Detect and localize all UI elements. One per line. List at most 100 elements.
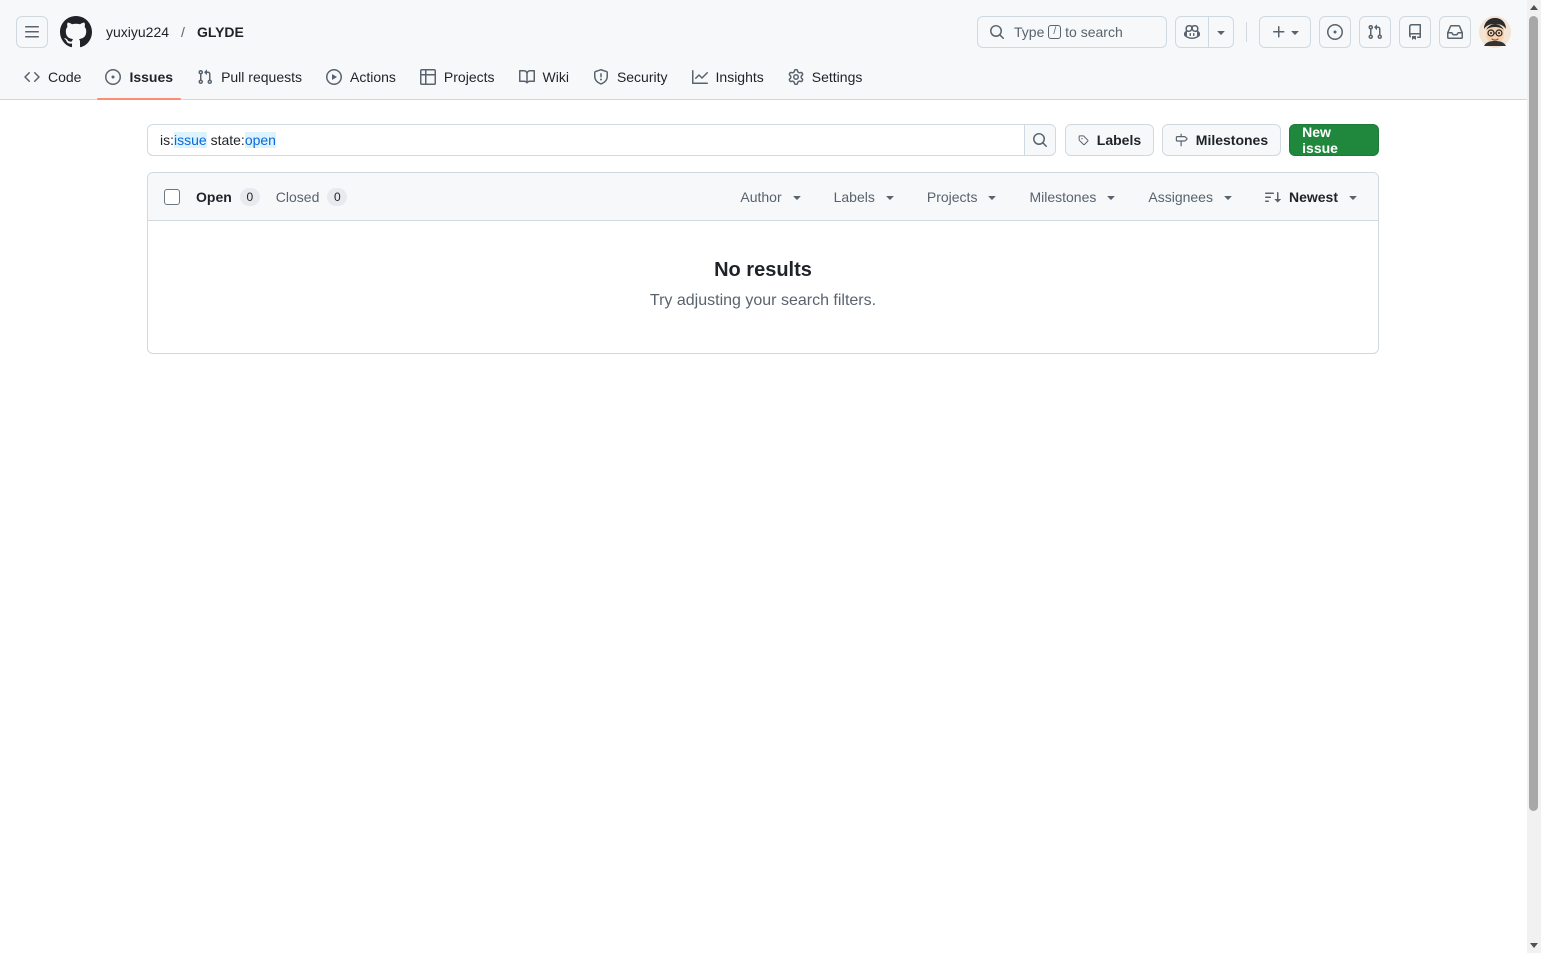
copilot-button[interactable]: [1176, 17, 1208, 47]
breadcrumb: yuxiyu224 / GLYDE: [106, 24, 244, 40]
filter-token-value: issue: [174, 132, 207, 148]
triangle-down-icon: [1224, 195, 1232, 200]
search-placeholder-suffix: to search: [1065, 24, 1123, 40]
book-icon: [518, 69, 535, 84]
scroll-up-arrow-icon[interactable]: [1530, 5, 1538, 10]
plus-icon: [1273, 26, 1285, 38]
global-search-input[interactable]: Type / to search: [977, 16, 1167, 48]
new-issue-button-label: New issue: [1302, 124, 1338, 156]
projects-filter[interactable]: Projects: [927, 189, 998, 205]
assignees-filter[interactable]: Assignees: [1148, 189, 1233, 205]
empty-state-message: Try adjusting your search filters.: [649, 292, 877, 309]
sort-desc-icon: [1264, 191, 1281, 203]
sort-dropdown[interactable]: Newest: [1264, 188, 1358, 205]
closed-issues-tab[interactable]: Closed 0: [276, 187, 348, 206]
triangle-down-icon: [988, 195, 997, 200]
search-icon: [990, 25, 1005, 40]
tab-actions-label: Actions: [350, 69, 396, 85]
header-actions: Type / to search: [977, 16, 1511, 48]
tab-projects[interactable]: Projects: [412, 56, 503, 98]
menu-button[interactable]: [16, 16, 48, 48]
milestones-button-label: Milestones: [1195, 132, 1269, 148]
tab-wiki-label: Wiki: [542, 69, 569, 85]
gear-icon: [788, 69, 804, 85]
notifications-button[interactable]: [1439, 16, 1471, 48]
tab-issues[interactable]: Issues: [97, 56, 181, 100]
milestones-button[interactable]: Milestones: [1162, 124, 1282, 156]
open-issues-count: 0: [239, 187, 260, 206]
tab-security-label: Security: [616, 69, 668, 85]
scroll-down-arrow-icon[interactable]: [1530, 943, 1538, 948]
breadcrumb-separator: /: [181, 24, 185, 40]
empty-state: No results Try adjusting your search fil…: [148, 221, 1378, 310]
triangle-down-icon: [1291, 31, 1299, 35]
search-shortcut-key: /: [1048, 25, 1062, 39]
issues-search-button[interactable]: [1024, 124, 1057, 156]
code-icon: [24, 71, 40, 83]
select-all-checkbox[interactable]: [164, 188, 180, 205]
repo-icon: [1409, 24, 1421, 40]
issues-search-input[interactable]: is: issue state: open: [147, 124, 1025, 156]
hamburger-icon: [25, 26, 39, 38]
milestones-filter[interactable]: Milestones: [1029, 189, 1116, 205]
triangle-down-icon: [792, 195, 801, 200]
avatar-icon: [1479, 16, 1511, 48]
your-pull-requests-button[interactable]: [1359, 16, 1391, 48]
tab-code-label: Code: [48, 69, 82, 85]
filter-token-value: open: [244, 132, 276, 148]
create-new-button[interactable]: [1259, 16, 1311, 48]
repo-owner-link[interactable]: yuxiyu224: [106, 24, 169, 40]
labels-button-label: Labels: [1096, 132, 1142, 148]
author-filter-label: Author: [740, 188, 782, 205]
create-new-inner[interactable]: [1260, 17, 1310, 47]
scrollbar-thumb[interactable]: [1529, 16, 1538, 811]
github-logo-link[interactable]: [60, 16, 92, 48]
labels-filter-label: Labels: [833, 188, 875, 205]
projects-filter-label: Projects: [926, 188, 978, 205]
triangle-down-icon: [1217, 31, 1225, 35]
header-top-bar: yuxiyu224 / GLYDE Type / to search: [16, 16, 1511, 48]
inbox-icon: [1447, 25, 1463, 39]
labels-filter[interactable]: Labels: [834, 189, 895, 205]
issues-filter-bar: is: issue state: open Labels Milestones Ne…: [147, 124, 1379, 156]
tag-icon: [1078, 135, 1089, 146]
tab-pull-requests[interactable]: Pull requests: [189, 56, 310, 98]
issues-filters: Author Labels Projects Milestones Assign…: [708, 189, 1378, 205]
open-issues-label: Open: [196, 188, 232, 205]
filter-token-key: state:: [210, 132, 245, 148]
sort-dropdown-label: Newest: [1288, 188, 1338, 205]
author-filter[interactable]: Author: [740, 189, 801, 205]
triangle-down-icon: [1107, 195, 1116, 200]
user-avatar[interactable]: [1479, 16, 1511, 48]
search-icon: [1033, 133, 1048, 148]
copilot-menu-button[interactable]: [1209, 17, 1233, 47]
repo-nav: Code Issues Pull requests Actions Projec…: [16, 56, 878, 100]
new-issue-button[interactable]: New issue: [1289, 124, 1379, 156]
github-logo-icon: [60, 16, 92, 48]
issues-list: Open 0 Closed 0 Author Labels Projects M…: [147, 172, 1379, 354]
page-scrollbar[interactable]: [1527, 0, 1541, 953]
app-header: yuxiyu224 / GLYDE Type / to search Code …: [0, 0, 1527, 100]
repositories-button[interactable]: [1399, 16, 1431, 48]
tab-actions[interactable]: Actions: [318, 56, 404, 98]
filter-token-key: is:: [160, 132, 174, 148]
open-issues-tab[interactable]: Open 0: [196, 187, 260, 206]
tab-projects-label: Projects: [443, 69, 495, 85]
labels-button[interactable]: Labels: [1065, 124, 1155, 156]
graph-icon: [691, 70, 708, 84]
search-placeholder-prefix: Type: [1014, 24, 1045, 40]
shield-icon: [593, 69, 608, 85]
tab-security[interactable]: Security: [585, 56, 676, 98]
tab-wiki[interactable]: Wiki: [511, 56, 577, 98]
issues-list-header: Open 0 Closed 0 Author Labels Projects M…: [148, 173, 1378, 221]
tab-insights-label: Insights: [715, 69, 764, 85]
header-separator: [1246, 22, 1247, 42]
tab-insights[interactable]: Insights: [684, 56, 772, 98]
triangle-down-icon: [1349, 195, 1357, 200]
milestones-filter-label: Milestones: [1029, 188, 1097, 205]
tab-settings[interactable]: Settings: [780, 56, 871, 98]
repo-name-link[interactable]: GLYDE: [197, 24, 244, 40]
tab-code[interactable]: Code: [16, 56, 89, 98]
your-issues-button[interactable]: [1319, 16, 1351, 48]
issue-opened-icon: [1327, 24, 1343, 40]
